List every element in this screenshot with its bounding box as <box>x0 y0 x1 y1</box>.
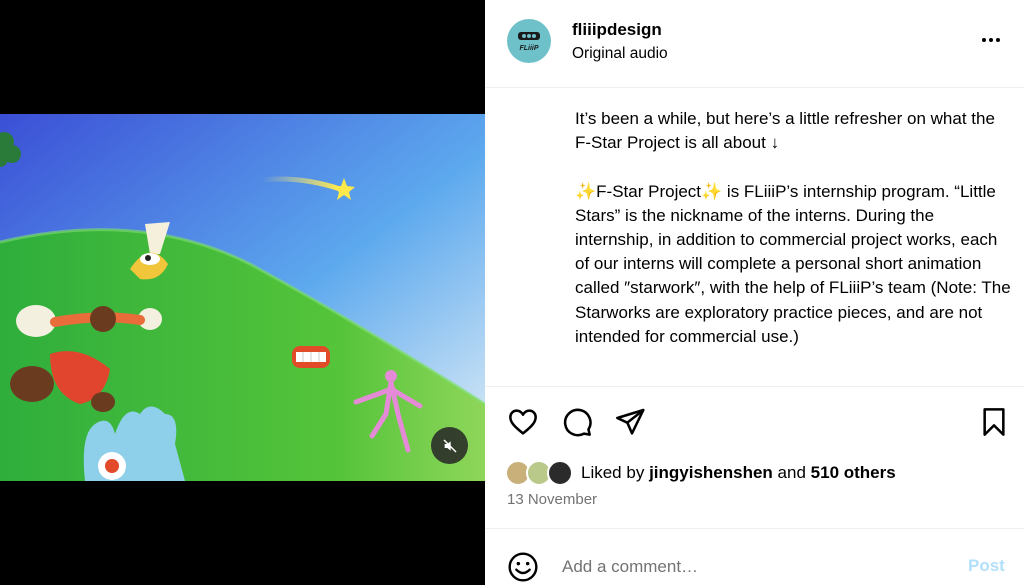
emoji-icon[interactable] <box>507 551 539 583</box>
post-media[interactable] <box>0 0 485 585</box>
likes-count[interactable]: 510 others <box>811 463 896 482</box>
divider <box>485 528 1024 529</box>
heart-icon[interactable] <box>507 405 539 439</box>
likes-text: Liked by jingyishenshen and 510 others <box>581 463 896 482</box>
username[interactable]: fliiipdesign <box>572 20 662 40</box>
video-frame[interactable] <box>0 114 485 481</box>
post-date[interactable]: 13 November <box>507 491 597 508</box>
share-icon[interactable] <box>614 405 646 439</box>
post-comment-button[interactable]: Post <box>968 556 1005 576</box>
avatar[interactable]: FLiiiP <box>507 19 551 63</box>
likes-summary: Liked by jingyishenshen and 510 others <box>505 460 896 486</box>
comment-icon[interactable] <box>561 405 593 439</box>
divider <box>485 386 1024 387</box>
post-header: FLiiiP fliiipdesign Original audio <box>485 0 1024 88</box>
liker-avatar <box>547 460 573 486</box>
audio-label[interactable]: Original audio <box>572 45 668 63</box>
comment-bar: Post <box>485 544 1024 585</box>
liker-username[interactable]: jingyishenshen <box>649 463 773 482</box>
post-details-panel: FLiiiP fliiipdesign Original audio It’s … <box>485 0 1024 585</box>
mute-button[interactable] <box>431 427 468 464</box>
svg-text:FLiiiP: FLiiiP <box>519 45 538 52</box>
more-options-icon[interactable] <box>979 28 1003 52</box>
liker-avatars[interactable] <box>505 460 579 486</box>
post-caption: It’s been a while, but here’s a little r… <box>575 109 1011 346</box>
avatar-logo: FLiiiP <box>518 32 540 52</box>
comment-input[interactable] <box>562 554 942 580</box>
bookmark-icon[interactable] <box>978 405 1010 439</box>
action-bar <box>485 403 1024 443</box>
mute-icon <box>442 438 457 453</box>
